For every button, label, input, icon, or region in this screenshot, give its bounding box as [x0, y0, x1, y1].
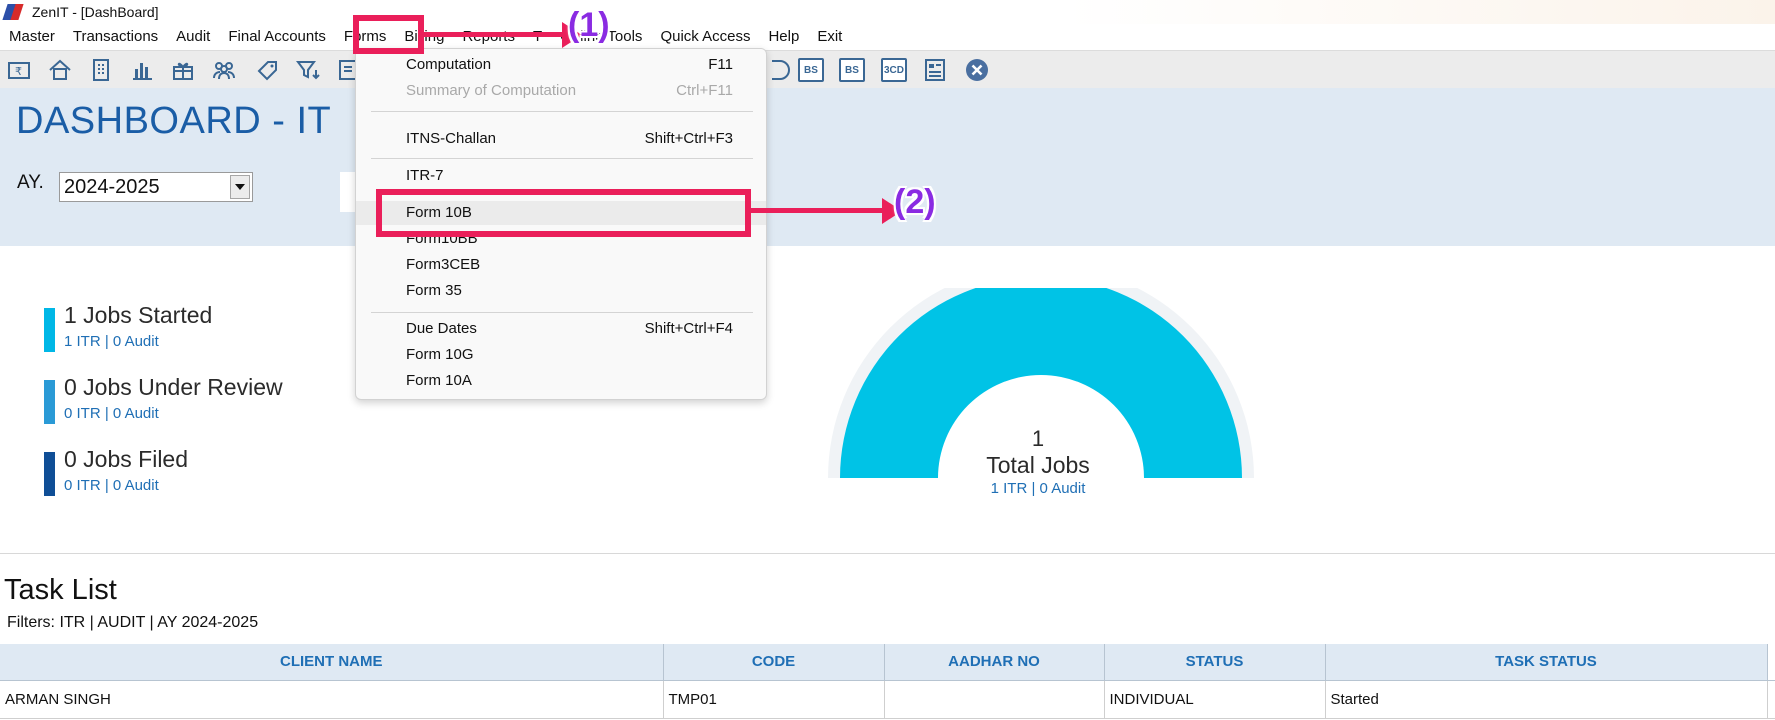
table-header-row: CLIENT NAME CODE AADHAR NO STATUS TASK S… [0, 644, 1775, 681]
menu-item-label: Computation [406, 56, 492, 73]
annotation-label-2: (2) [894, 183, 936, 221]
menu-audit[interactable]: Audit [167, 24, 219, 50]
menu-separator [371, 312, 753, 313]
stat-color-bar [44, 452, 55, 496]
menu-t[interactable]: T [524, 24, 551, 50]
users-icon[interactable] [210, 57, 238, 83]
gauge-sub[interactable]: 1 ITR | 0 Audit [938, 480, 1138, 497]
3cd-icon[interactable]: 3CD [880, 57, 908, 83]
stat-title: 0 Jobs Under Review [64, 374, 283, 400]
cell-spacer [1767, 680, 1775, 719]
menu-item-due-dates[interactable]: Due Dates Shift+Ctrl+F4 [356, 317, 766, 341]
cell-task-status[interactable]: Started [1325, 680, 1768, 719]
menu-item-form-35[interactable]: Form 35 [356, 279, 766, 303]
menu-item-label: Form 10G [406, 346, 474, 363]
bs-icon-label: BS [798, 58, 824, 82]
menu-separator [371, 111, 753, 112]
cell-client-name[interactable]: ARMAN SINGH [0, 680, 664, 719]
app-window: ZenIT - [DashBoard] Master Transactions … [0, 0, 1775, 720]
stat-sub[interactable]: 1 ITR | 0 Audit [64, 333, 159, 350]
ay-select-value: 2024-2025 [64, 176, 160, 198]
menu-item-form-10g[interactable]: Form 10G [356, 343, 766, 367]
menu-quick-access[interactable]: Quick Access [651, 24, 759, 50]
annotation-box-forms [353, 15, 424, 54]
tag-icon[interactable] [254, 57, 282, 83]
menu-item-shortcut: Ctrl+F11 [676, 82, 733, 99]
menu-item-summary-of-computation: Summary of Computation Ctrl+F11 [356, 79, 766, 103]
menu-transactions[interactable]: Transactions [64, 24, 167, 50]
bs-icon[interactable]: BS [797, 57, 825, 83]
menu-item-label: ITNS-Challan [406, 130, 497, 147]
col-client-name[interactable]: CLIENT NAME [0, 644, 664, 681]
menu-item-shortcut: F11 [708, 56, 733, 73]
col-status[interactable]: STATUS [1104, 644, 1326, 681]
menu-item-shortcut: Shift+Ctrl+F3 [644, 130, 733, 147]
menu-final-accounts[interactable]: Final Accounts [219, 24, 335, 50]
annotation-label-1: (1) [568, 6, 610, 44]
section-divider [0, 553, 1775, 554]
col-aadhar-no[interactable]: AADHAR NO [884, 644, 1105, 681]
task-list-title: Task List [4, 574, 117, 606]
menu-item-label: Form 10A [406, 372, 472, 389]
rupee-doc-icon[interactable]: ₹ [5, 57, 33, 83]
col-code[interactable]: CODE [663, 644, 885, 681]
zenit-logo-icon [2, 3, 24, 21]
task-table: CLIENT NAME CODE AADHAR NO STATUS TASK S… [0, 644, 1775, 719]
chevron-down-icon[interactable] [230, 175, 250, 199]
menu-item-label: Summary of Computation [406, 82, 577, 99]
bar-chart-icon[interactable] [128, 57, 156, 83]
menu-item-shortcut: Shift+Ctrl+F4 [644, 320, 733, 337]
stat-title: 0 Jobs Filed [64, 446, 189, 472]
toolbar: ₹ BS BS 3CD [0, 50, 1775, 88]
menu-bar: Master Transactions Audit Final Accounts… [0, 24, 1775, 50]
gift-icon[interactable] [169, 57, 197, 83]
window-title: ZenIT - [DashBoard] [32, 4, 159, 20]
stat-color-bar [44, 380, 55, 424]
menu-item-label: Form3CEB [406, 256, 481, 273]
menu-item-label: ITR-7 [406, 167, 444, 184]
bs-sch-icon-label: BS [839, 58, 865, 82]
table-row[interactable]: ARMAN SINGH TMP01 INDIVIDUAL Started [0, 680, 1775, 719]
stat-title: 1 Jobs Started [64, 302, 213, 328]
menu-item-itr-7[interactable]: ITR-7 [356, 164, 766, 188]
title-bar: ZenIT - [DashBoard] [0, 0, 1775, 24]
menu-item-form3ceb[interactable]: Form3CEB [356, 253, 766, 277]
annotation-box-form-10b [376, 189, 751, 237]
menu-master[interactable]: Master [0, 24, 64, 50]
menu-item-label: Form 35 [406, 282, 462, 299]
gauge-label: Total Jobs [986, 452, 1090, 478]
menu-item-form-10a[interactable]: Form 10A [356, 369, 766, 393]
3cd-icon-label: 3CD [881, 58, 907, 82]
menu-exit[interactable]: Exit [808, 24, 851, 50]
menu-separator [371, 158, 753, 159]
form-icon[interactable] [921, 57, 949, 83]
page-title: DASHBOARD - IT [16, 100, 332, 142]
svg-text:₹: ₹ [15, 65, 22, 78]
menu-help[interactable]: Help [759, 24, 808, 50]
stat-sub[interactable]: 0 ITR | 0 Audit [64, 405, 159, 422]
col-task-status[interactable]: TASK STATUS [1325, 644, 1768, 681]
stat-sub[interactable]: 0 ITR | 0 Audit [64, 477, 159, 494]
stat-color-bar [44, 308, 55, 352]
menu-item-label: Due Dates [406, 320, 477, 337]
gauge-value: 1 [1031, 426, 1045, 451]
pl-icon[interactable] [767, 57, 795, 83]
col-spacer [1767, 644, 1775, 681]
menu-reports[interactable]: Reports [453, 24, 524, 50]
bs-sch-icon[interactable]: BS [838, 57, 866, 83]
building-icon[interactable] [87, 57, 115, 83]
task-list-filters: Filters: ITR | AUDIT | AY 2024-2025 [7, 614, 259, 631]
annotation-arrow-1 [424, 32, 566, 37]
menu-item-itns-challan[interactable]: ITNS-Challan Shift+Ctrl+F3 [356, 127, 766, 151]
menu-item-computation[interactable]: Computation F11 [356, 53, 766, 77]
cell-code[interactable]: TMP01 [663, 680, 885, 719]
home-icon[interactable] [46, 57, 74, 83]
close-circle-icon[interactable] [963, 57, 991, 83]
ay-select[interactable]: 2024-2025 [59, 172, 253, 202]
cell-status[interactable]: INDIVIDUAL [1104, 680, 1326, 719]
annotation-arrow-2 [751, 208, 888, 213]
cell-aadhar-no[interactable] [884, 680, 1105, 719]
ay-label: AY. [17, 172, 44, 193]
filter-icon[interactable] [294, 57, 322, 83]
